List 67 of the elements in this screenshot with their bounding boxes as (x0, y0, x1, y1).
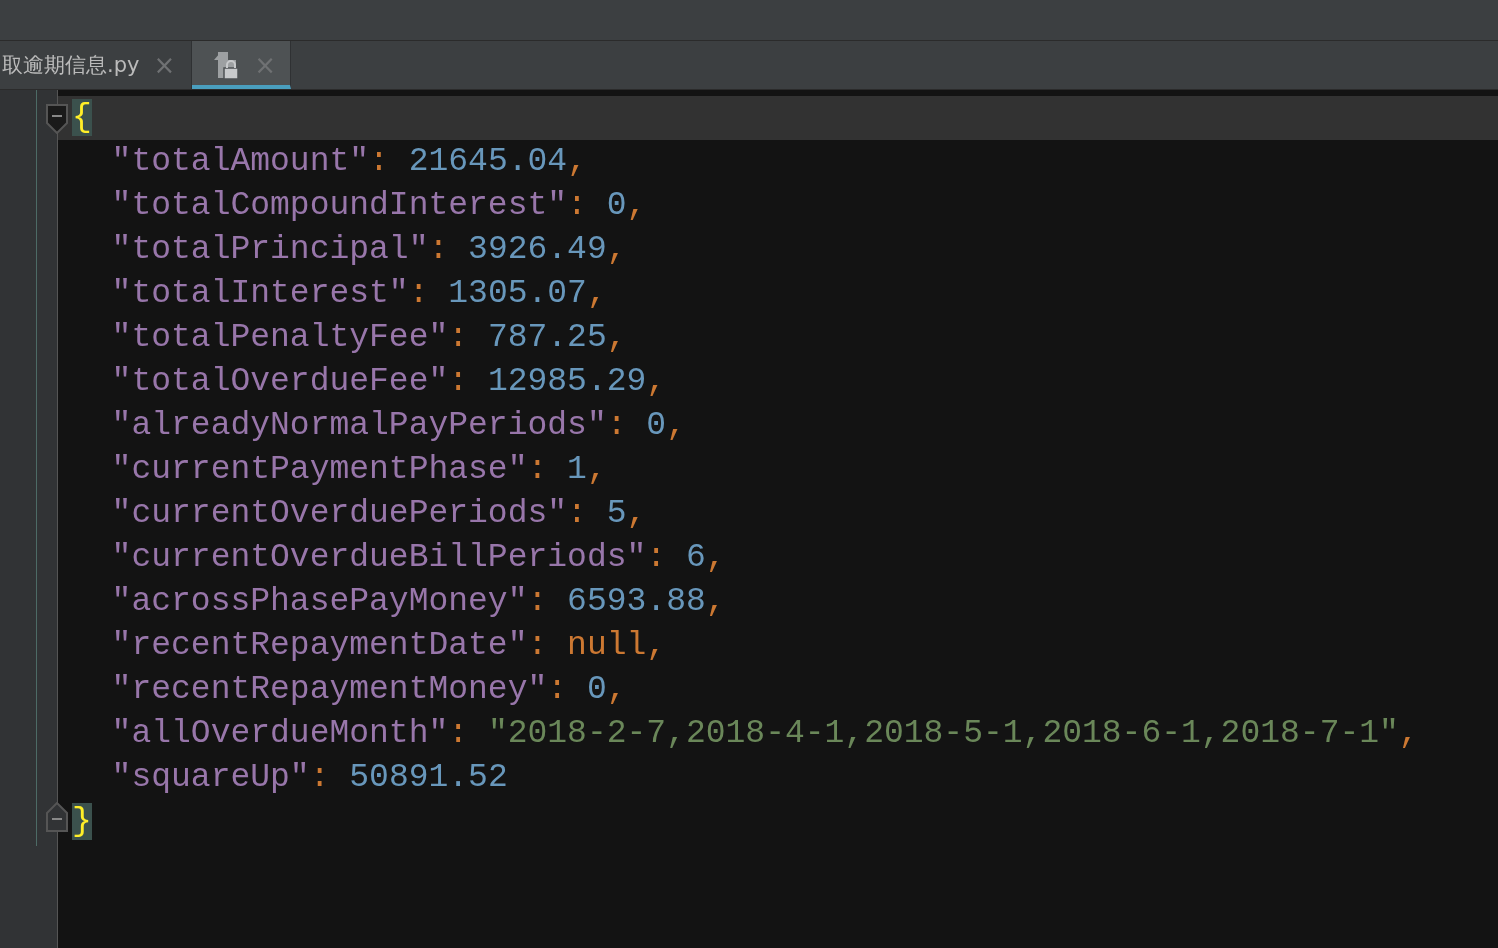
comma: , (646, 627, 667, 664)
comma: , (606, 671, 627, 708)
colon: : (567, 187, 587, 224)
json-value: 3926.49 (468, 231, 607, 268)
comma: , (626, 495, 647, 532)
comma: , (666, 407, 686, 444)
json-key: "recentRepaymentDate" (111, 627, 528, 664)
json-value: 0 (606, 187, 627, 224)
json-key: "currentOverdueBillPeriods" (111, 539, 647, 576)
comma: , (1398, 715, 1419, 752)
json-key: "totalCompoundInterest" (111, 187, 568, 224)
json-key: "totalInterest" (111, 275, 409, 312)
colon: : (606, 407, 627, 444)
colon: : (369, 143, 389, 180)
editor-tab[interactable]: × (192, 41, 292, 89)
json-value: 1305.07 (448, 275, 587, 312)
comma: , (646, 363, 667, 400)
comma: , (606, 319, 627, 356)
json-value: 1 (567, 451, 587, 488)
json-key: "totalOverdueFee" (111, 363, 449, 400)
open-brace: { (72, 99, 92, 136)
json-key: "totalAmount" (111, 143, 370, 180)
colon: : (408, 275, 429, 312)
comma: , (586, 275, 607, 312)
locked-file-icon (212, 50, 241, 80)
json-value: null (567, 627, 647, 664)
comma: , (705, 583, 726, 620)
comma: , (705, 539, 726, 576)
fold-icon[interactable] (46, 104, 68, 134)
json-value: 6593.88 (567, 583, 706, 620)
json-value: "2018-2-7,2018-4-1,2018-5-1,2018-6-1,2018-7-1" (487, 715, 1399, 752)
comma: , (567, 143, 587, 180)
json-value: 12985.29 (487, 363, 647, 400)
json-value: 50891.52 (349, 759, 508, 796)
json-key: "alreadyNormalPayPeriods" (111, 407, 607, 444)
json-value: 21645.04 (408, 143, 568, 180)
json-key: "recentRepaymentMoney" (111, 671, 548, 708)
colon: : (527, 451, 548, 488)
json-key: "currentOverduePeriods" (111, 495, 568, 532)
colon: : (448, 319, 469, 356)
json-value: 0 (646, 407, 667, 444)
json-key: "currentPaymentPhase" (111, 451, 528, 488)
json-key: "acrossPhasePayMoney" (111, 583, 528, 620)
colon: : (448, 715, 469, 752)
fold-icon[interactable] (46, 802, 68, 832)
json-key: "squareUp" (111, 759, 310, 796)
colon: : (309, 759, 330, 796)
json-value: 6 (685, 539, 706, 576)
colon: : (428, 231, 449, 268)
json-key: "totalPrincipal" (111, 231, 429, 268)
comma: , (606, 231, 627, 268)
colon: : (527, 627, 548, 664)
json-value: 5 (606, 495, 627, 532)
colon: : (527, 583, 548, 620)
close-icon[interactable]: × (153, 50, 176, 80)
colon: : (646, 539, 667, 576)
colon: : (547, 671, 568, 708)
colon: : (567, 495, 587, 532)
json-key: "allOverdueMonth" (111, 715, 449, 752)
json-value: 0 (586, 671, 607, 708)
json-key: "totalPenaltyFee" (111, 319, 449, 356)
comma: , (626, 187, 647, 224)
colon: : (448, 363, 469, 400)
comma: , (586, 451, 607, 488)
close-icon[interactable]: × (254, 50, 277, 80)
close-brace: } (72, 803, 92, 840)
json-value: 787.25 (487, 319, 607, 356)
